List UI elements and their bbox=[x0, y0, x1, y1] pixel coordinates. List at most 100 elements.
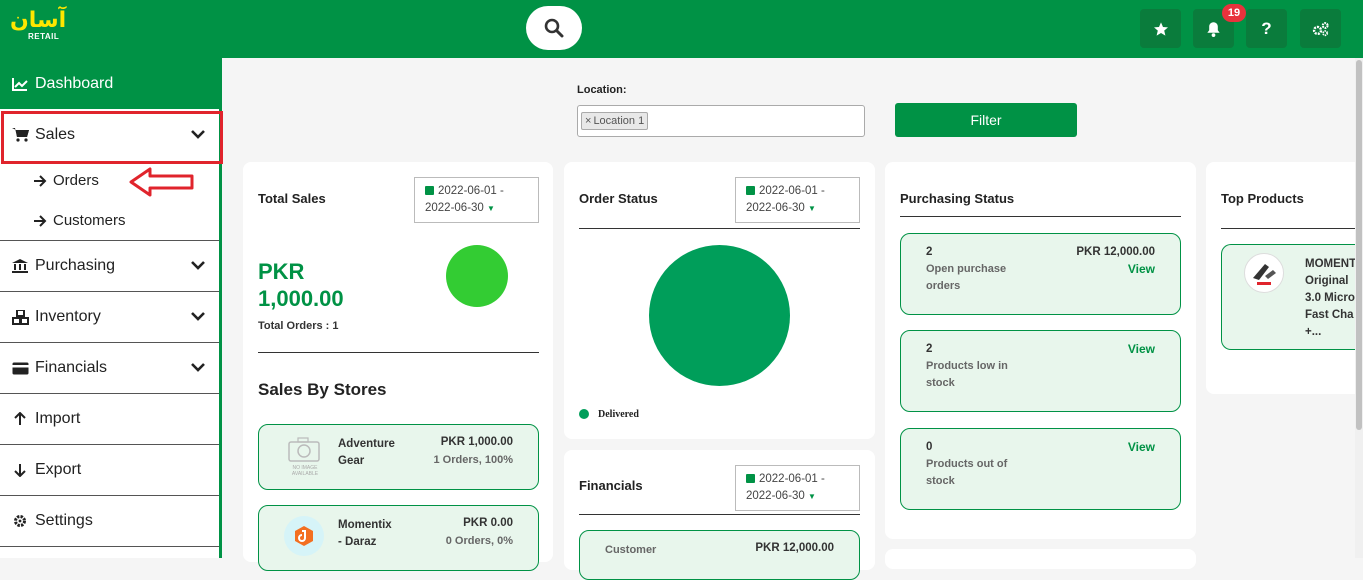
tile-amount: PKR 12,000.00 bbox=[1076, 246, 1155, 258]
arrow-up-icon bbox=[11, 411, 29, 427]
scrollbar-thumb[interactable] bbox=[1356, 60, 1362, 430]
date-end: 2022-06-30 bbox=[746, 202, 805, 214]
sidebar-item-label: Inventory bbox=[35, 308, 101, 325]
settings-menu-button[interactable] bbox=[1300, 9, 1341, 48]
purchase-tile[interactable]: 2 Open purchase orders PKR 12,000.00 View bbox=[900, 233, 1181, 315]
sales-by-stores-title: Sales By Stores bbox=[258, 380, 387, 399]
bank-icon bbox=[11, 258, 29, 274]
location-tag-label: Location 1 bbox=[593, 115, 645, 127]
legend-dot bbox=[579, 409, 589, 419]
total-orders-text: Total Orders : 1 bbox=[258, 320, 339, 332]
store-tile[interactable]: Momentix - Daraz PKR 0.00 0 Orders, 0% bbox=[258, 505, 539, 571]
sidebar-item-dashboard[interactable]: Dashboard bbox=[0, 58, 219, 109]
sidebar-item-purchasing[interactable]: Purchasing bbox=[0, 241, 219, 292]
date-end: 2022-06-30 bbox=[746, 490, 805, 502]
date-start: 2022-06-01 - bbox=[438, 185, 504, 197]
product-name-line: MOMENT bbox=[1305, 258, 1357, 270]
total-sales-pie-chart bbox=[446, 245, 508, 307]
arrow-down-icon bbox=[11, 462, 29, 478]
sidebar-item-financials[interactable]: Financials bbox=[0, 343, 219, 394]
card-divider bbox=[579, 228, 860, 229]
caret-down-icon: ▼ bbox=[808, 204, 816, 213]
view-link[interactable]: View bbox=[1128, 262, 1155, 276]
sidebar-item-label: Import bbox=[35, 410, 81, 427]
arrow-right-icon bbox=[34, 214, 47, 227]
date-end: 2022-06-30 bbox=[425, 202, 484, 214]
sidebar-item-label: Export bbox=[35, 461, 82, 478]
sidebar-item-label: Settings bbox=[35, 512, 93, 529]
sidebar-item-label: Purchasing bbox=[35, 257, 116, 274]
tile-label: Products out of stock bbox=[926, 458, 1008, 487]
tile-count: 2 bbox=[926, 246, 933, 258]
purchase-tile[interactable]: 0 Products out of stock View bbox=[900, 428, 1181, 510]
chevron-down-icon bbox=[191, 312, 205, 321]
product-name-line: 3.0 Micro bbox=[1305, 292, 1355, 304]
help-button[interactable]: ? bbox=[1246, 9, 1287, 48]
arrow-right-icon bbox=[34, 174, 47, 187]
question-icon: ? bbox=[1261, 18, 1272, 38]
chevron-down-icon bbox=[191, 261, 205, 270]
sidebar-subitem-label: Customers bbox=[53, 212, 126, 229]
sidebar-item-export[interactable]: Export bbox=[0, 445, 219, 496]
sidebar-item-import[interactable]: Import bbox=[0, 394, 219, 445]
store-amount: PKR 1,000.00 bbox=[440, 436, 513, 448]
order-status-date-range[interactable]: 2022-06-01 - 2022-06-30 ▼ bbox=[735, 177, 860, 223]
sidebar-subitem-label: Orders bbox=[53, 172, 99, 189]
financials-row-label: Customer bbox=[605, 544, 657, 556]
calendar-icon bbox=[746, 186, 755, 195]
financials-tile[interactable]: Customer PKR 12,000.00 bbox=[579, 530, 860, 580]
card-divider bbox=[258, 352, 539, 353]
location-tag[interactable]: × Location 1 bbox=[581, 112, 649, 130]
total-sales-date-range[interactable]: 2022-06-01 - 2022-06-30 ▼ bbox=[414, 177, 539, 223]
calendar-icon bbox=[425, 186, 434, 195]
top-products-title: Top Products bbox=[1221, 191, 1304, 206]
store-detail: 0 Orders, 0% bbox=[445, 535, 513, 547]
order-status-title: Order Status bbox=[579, 191, 658, 206]
no-image-text: NO IMAGE AVAILABLE bbox=[291, 465, 319, 477]
product-tile[interactable]: MOMENT Original 3.0 Micro Fast Cha +... bbox=[1221, 244, 1363, 350]
card-divider bbox=[1221, 228, 1355, 229]
cubes-icon bbox=[11, 309, 29, 325]
sidebar-item-settings[interactable]: Settings bbox=[0, 496, 219, 547]
product-name-line: Original bbox=[1305, 275, 1349, 287]
favorites-button[interactable] bbox=[1140, 9, 1181, 48]
bell-icon bbox=[1207, 21, 1220, 37]
product-image bbox=[1244, 253, 1284, 293]
search-button[interactable] bbox=[526, 6, 582, 50]
product-name-line: Fast Cha bbox=[1305, 309, 1354, 321]
sidebar-item-label: Financials bbox=[35, 359, 108, 376]
sidebar-item-inventory[interactable]: Inventory bbox=[0, 292, 219, 343]
tile-label: Products low in stock bbox=[926, 360, 1008, 389]
tile-count: 0 bbox=[926, 441, 933, 453]
sidebar-subitem-orders[interactable]: Orders bbox=[33, 172, 99, 189]
location-select[interactable]: × Location 1 bbox=[577, 105, 865, 137]
purchase-tile[interactable]: 2 Products low in stock View bbox=[900, 330, 1181, 412]
store-tile[interactable]: NO IMAGE AVAILABLE Adventure Gear PKR 1,0… bbox=[258, 424, 539, 490]
sidebar-subitem-customers[interactable]: Customers bbox=[33, 212, 126, 229]
tile-count: 2 bbox=[926, 343, 933, 355]
legend-label: Delivered bbox=[598, 409, 639, 420]
amount-value: 1,000.00 bbox=[258, 286, 344, 311]
store-amount: PKR 0.00 bbox=[463, 517, 513, 529]
view-link[interactable]: View bbox=[1128, 342, 1155, 356]
no-image-placeholder-icon bbox=[287, 437, 321, 463]
total-sales-amount: PKR 1,000.00 bbox=[258, 258, 344, 312]
location-label: Location: bbox=[577, 84, 627, 96]
product-name: MOMENT Original 3.0 Micro Fast Cha +... bbox=[1305, 256, 1356, 341]
search-icon bbox=[544, 18, 564, 38]
card-divider bbox=[579, 514, 860, 515]
filter-button[interactable]: Filter bbox=[895, 103, 1077, 137]
date-start: 2022-06-01 - bbox=[759, 185, 825, 197]
currency-label: PKR bbox=[258, 259, 305, 284]
financials-date-range[interactable]: 2022-06-01 - 2022-06-30 ▼ bbox=[735, 465, 860, 511]
annotation-highlight-box bbox=[1, 111, 223, 164]
view-link[interactable]: View bbox=[1128, 440, 1155, 454]
logo-text: آسان bbox=[10, 8, 67, 33]
app-logo[interactable]: آسان RETAIL bbox=[10, 6, 72, 46]
calendar-icon bbox=[746, 474, 755, 483]
gear-icon bbox=[11, 513, 29, 529]
caret-down-icon: ▼ bbox=[487, 204, 495, 213]
card-divider bbox=[900, 216, 1181, 217]
tag-remove-icon[interactable]: × bbox=[585, 115, 591, 127]
store-name: Momentix - Daraz bbox=[338, 519, 392, 548]
